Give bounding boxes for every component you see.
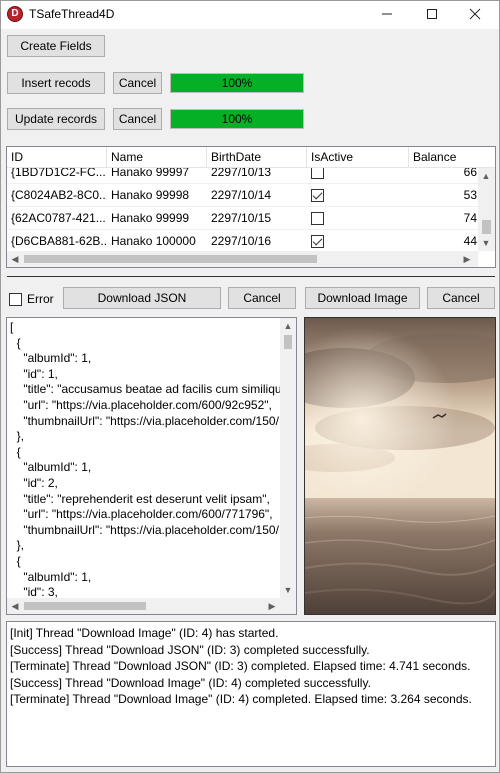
cell-birthdate: 2297/10/16 [211, 234, 272, 248]
error-checkbox-label[interactable]: Error [27, 292, 54, 306]
insert-cancel-button[interactable]: Cancel [113, 72, 162, 94]
log-line: [Success] Thread "Download JSON" (ID: 3)… [10, 642, 370, 657]
separator-line [7, 276, 495, 277]
log-line: [Terminate] Thread "Download Image" (ID:… [10, 692, 472, 706]
update-records-button[interactable]: Update records [7, 108, 105, 130]
minimize-icon [382, 13, 392, 15]
cell-birthdate: 2297/10/15 [211, 211, 272, 225]
records-grid[interactable]: {1BD7D1C2-FC... Hanako 99997 2297/10/13 … [6, 146, 496, 268]
cell-balance: 53 [463, 188, 477, 202]
cell-name: Hanako 100000 [111, 234, 196, 248]
insert-progress-label: 100% [221, 76, 253, 90]
maximize-icon [427, 9, 437, 19]
log-line: [Init] Thread "Download Image" (ID: 4) h… [10, 626, 279, 640]
table-row[interactable]: {62AC0787-421... Hanako 99999 2297/10/15… [7, 207, 479, 230]
json-content: [ { "albumId": 1, "id": 1, "title": "acc… [10, 320, 282, 598]
cell-name: Hanako 99998 [111, 188, 190, 202]
cell-balance: 74 [463, 211, 477, 225]
downloaded-image [304, 317, 496, 615]
insert-progress-bar: 100% [170, 73, 304, 93]
cell-isactive [307, 230, 409, 253]
delphi-logo-icon: D [7, 6, 23, 22]
update-cancel-button[interactable]: Cancel [113, 108, 162, 130]
insert-records-button[interactable]: Insert recods [7, 72, 105, 94]
grid-vertical-scrollbar[interactable]: ▲ ▼ [478, 168, 495, 251]
chevron-down-icon[interactable]: ▼ [478, 235, 494, 251]
isactive-checkbox[interactable] [311, 235, 324, 248]
chevron-up-icon[interactable]: ▲ [478, 168, 494, 184]
json-vertical-scrollbar[interactable]: ▲ ▼ [280, 318, 296, 598]
chevron-up-icon[interactable]: ▲ [280, 318, 296, 334]
grid-vscroll-thumb[interactable] [482, 220, 491, 234]
chevron-left-icon[interactable]: ◀ [7, 598, 23, 614]
column-header-isactive[interactable]: IsActive [307, 147, 409, 168]
chevron-down-icon[interactable]: ▼ [280, 582, 296, 598]
grid-hscroll-thumb[interactable] [24, 255, 317, 263]
column-header-name[interactable]: Name [107, 147, 207, 168]
json-horizontal-scrollbar[interactable]: ◀ ▶ [7, 598, 280, 614]
create-fields-button[interactable]: Create Fields [7, 35, 105, 57]
isactive-checkbox[interactable] [311, 189, 324, 202]
log-memo[interactable]: [Init] Thread "Download Image" (ID: 4) h… [6, 621, 496, 767]
cell-balance: 44 [463, 234, 477, 248]
column-header-id[interactable]: ID [7, 147, 107, 168]
isactive-checkbox[interactable] [311, 212, 324, 225]
cell-id: {D6CBA881-62B... [11, 234, 107, 248]
cell-birthdate: 2297/10/14 [211, 188, 272, 202]
log-line: [Success] Thread "Download Image" (ID: 4… [10, 675, 371, 690]
log-line: [Terminate] Thread "Download JSON" (ID: … [10, 659, 471, 673]
close-button[interactable] [455, 1, 495, 27]
window-title: TSafeThread4D [29, 7, 115, 21]
chevron-right-icon[interactable]: ▶ [459, 251, 475, 267]
json-cancel-button[interactable]: Cancel [228, 287, 296, 309]
update-progress-label: 100% [221, 112, 253, 126]
close-icon [469, 8, 481, 20]
log-lines: [Init] Thread "Download Image" (ID: 4) h… [7, 622, 495, 708]
seascape-image [305, 318, 495, 614]
title-bar: D TSafeThread4D [1, 1, 499, 29]
table-row[interactable]: {C8024AB2-8C0... Hanako 99998 2297/10/14… [7, 184, 479, 207]
update-progress-bar: 100% [170, 109, 304, 129]
chevron-right-icon[interactable]: ▶ [264, 598, 280, 614]
json-vscroll-thumb[interactable] [284, 335, 292, 349]
cell-name: Hanako 99999 [111, 211, 190, 225]
grid-horizontal-scrollbar[interactable]: ◀ ▶ [7, 251, 478, 267]
maximize-button[interactable] [412, 1, 452, 27]
chevron-left-icon[interactable]: ◀ [7, 251, 23, 267]
download-image-button[interactable]: Download Image [305, 287, 420, 309]
column-header-birthdate[interactable]: BirthDate [207, 147, 307, 168]
json-hscroll-thumb[interactable] [24, 602, 146, 610]
grid-header: ID Name BirthDate IsActive Balance [7, 147, 495, 168]
minimize-button[interactable] [367, 1, 407, 27]
error-checkbox[interactable] [9, 293, 22, 306]
cell-isactive [307, 184, 409, 207]
image-cancel-button[interactable]: Cancel [427, 287, 495, 309]
grid-rows: {1BD7D1C2-FC... Hanako 99997 2297/10/13 … [7, 161, 479, 253]
json-text-area[interactable]: [ { "albumId": 1, "id": 1, "title": "acc… [6, 317, 297, 615]
column-header-balance[interactable]: Balance [409, 147, 495, 168]
download-json-button[interactable]: Download JSON [63, 287, 221, 309]
scrollbar-corner [280, 598, 296, 614]
cell-isactive [307, 207, 409, 230]
table-row[interactable]: {D6CBA881-62B... Hanako 100000 2297/10/1… [7, 230, 479, 253]
cell-id: {C8024AB2-8C0... [11, 188, 107, 202]
cell-id: {62AC0787-421... [11, 211, 106, 225]
app-window: D TSafeThread4D Create Fields Insert rec… [0, 0, 500, 773]
